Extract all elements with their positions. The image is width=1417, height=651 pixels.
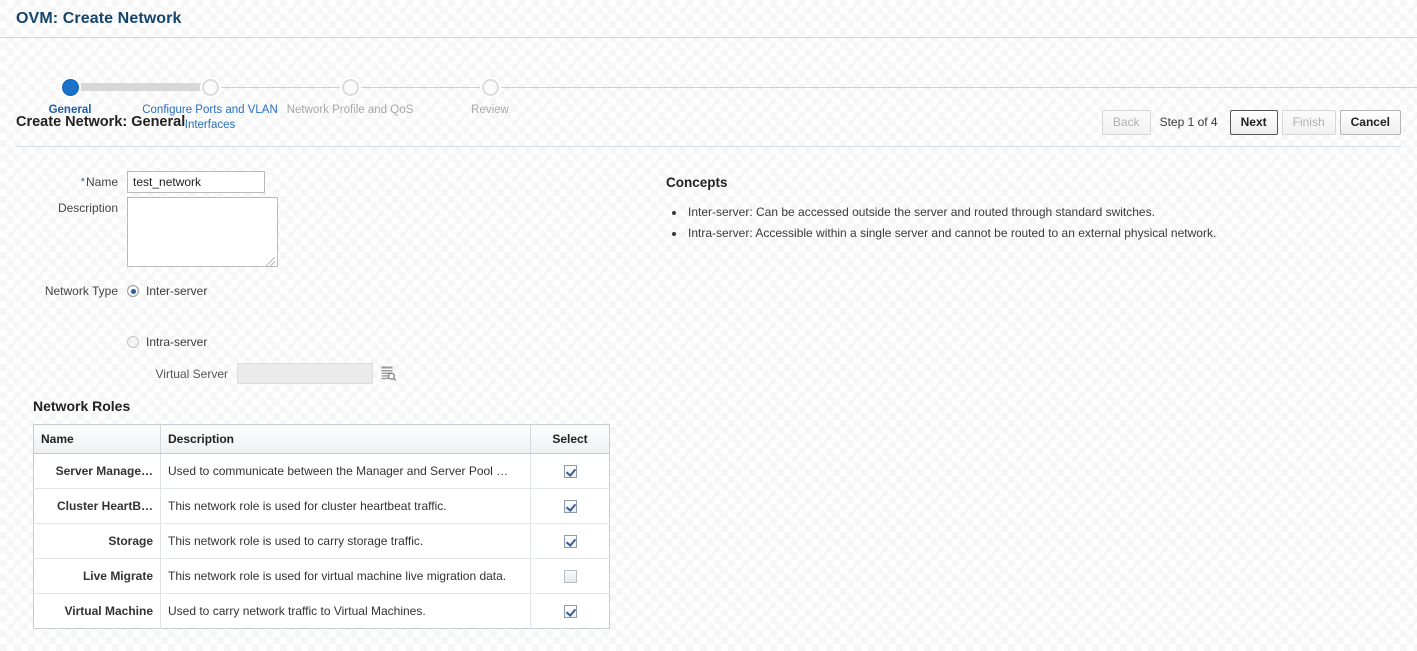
cell-role-description: This network role is used for virtual ma… — [160, 558, 531, 594]
main-content: *Name Description Network Type Inter-ser… — [0, 147, 1417, 384]
table-row[interactable]: Live Migrate This network role is used f… — [33, 558, 610, 594]
network-type-label: Network Type — [44, 284, 118, 298]
section-title: Create Network: General — [16, 114, 186, 130]
description-textarea[interactable] — [127, 197, 278, 267]
cell-role-name: Storage — [33, 523, 161, 559]
next-button[interactable]: Next — [1229, 109, 1278, 135]
column-header-description[interactable]: Description — [160, 424, 531, 454]
cell-role-select — [530, 523, 610, 559]
description-label: Description — [57, 201, 118, 215]
train-dot-configure-ports-icon — [201, 79, 219, 96]
table-row[interactable]: Server Manage… Used to communicate betwe… — [33, 453, 610, 489]
network-type-row: Network Type Inter-server Intra-server — [16, 280, 666, 353]
train-dot-review-icon — [481, 79, 499, 96]
table-head: Name Description Select — [33, 424, 610, 454]
checkbox-role-select[interactable] — [563, 535, 577, 549]
page-title: OVM: Create Network — [16, 10, 182, 27]
table-body: Server Manage… Used to communicate betwe… — [33, 453, 610, 629]
finish-button[interactable]: Finish — [1281, 109, 1336, 135]
cell-role-name: Live Migrate — [33, 558, 161, 594]
cell-role-select — [530, 453, 610, 489]
wizard-button-bar: Back Step 1 of 4 Next Finish Cancel — [1098, 109, 1401, 135]
section-header: Create Network: General Back Step 1 of 4… — [0, 104, 1417, 140]
virtual-server-row: Virtual Server — [16, 363, 666, 384]
table-header-row: Name Description Select — [33, 424, 610, 454]
radio-intra-server-label: Intra-server — [146, 335, 208, 349]
cell-role-description: Used to carry network traffic to Virtual… — [160, 593, 531, 629]
concepts-title: Concepts — [666, 175, 728, 190]
radio-spacer — [127, 302, 207, 331]
virtual-server-input[interactable] — [237, 363, 373, 384]
network-roles-table: Name Description Select Server Manage… U… — [33, 424, 610, 629]
search-list-icon[interactable] — [381, 366, 397, 381]
name-input[interactable] — [127, 171, 265, 193]
cell-role-name: Cluster HeartB… — [33, 488, 161, 524]
concepts-list: Inter-server: Can be accessed outside th… — [666, 202, 1401, 244]
cancel-button[interactable]: Cancel — [1339, 109, 1401, 135]
page-header: OVM: Create Network — [0, 0, 1417, 38]
description-row: Description — [16, 197, 666, 270]
table-row[interactable]: Virtual Machine Used to carry network tr… — [33, 593, 610, 629]
checkbox-role-select[interactable] — [563, 500, 577, 514]
radio-inter-server-label: Inter-server — [146, 284, 208, 298]
required-asterisk-icon: * — [80, 176, 85, 188]
concepts-panel: Concepts Inter-server: Can be accessed o… — [666, 171, 1401, 384]
radio-inter-server[interactable]: Inter-server — [127, 280, 207, 302]
column-header-select[interactable]: Select — [530, 424, 610, 454]
description-field-wrap — [127, 197, 278, 270]
radio-inter-server-icon[interactable] — [127, 285, 139, 297]
virtual-server-label: Virtual Server — [155, 366, 228, 381]
table-row[interactable]: Storage This network role is used to car… — [33, 523, 610, 559]
name-row: *Name — [16, 171, 666, 193]
radio-intra-server-icon[interactable] — [127, 336, 139, 348]
cell-role-select — [530, 558, 610, 594]
checkbox-role-select[interactable] — [563, 570, 577, 584]
column-header-name[interactable]: Name — [33, 424, 161, 454]
cell-role-description: This network role is used to carry stora… — [160, 523, 531, 559]
network-type-options: Inter-server Intra-server — [127, 280, 207, 353]
network-roles-section: Network Roles Name Description Select Se… — [33, 398, 610, 629]
network-roles-title: Network Roles — [33, 398, 131, 414]
concepts-item: Inter-server: Can be accessed outside th… — [686, 202, 1401, 223]
train-dot-general-icon — [61, 79, 79, 96]
cell-role-description: This network role is used for cluster he… — [160, 488, 531, 524]
cell-role-select — [530, 488, 610, 524]
name-label-text: Name — [85, 175, 118, 189]
checkbox-role-select[interactable] — [563, 465, 577, 479]
general-form: *Name Description Network Type Inter-ser… — [16, 171, 666, 384]
name-label: *Name — [16, 171, 127, 193]
concepts-item: Intra-server: Accessible within a single… — [686, 223, 1401, 244]
cell-role-select — [531, 594, 610, 629]
checkbox-role-select[interactable] — [563, 605, 577, 619]
cell-role-description: Used to communicate between the Manager … — [160, 453, 531, 489]
table-row[interactable]: Cluster HeartB… This network role is use… — [33, 488, 610, 524]
wizard-train: General Configure Ports and VLAN Interfa… — [0, 38, 1417, 131]
step-counter: Step 1 of 4 — [1159, 115, 1218, 129]
radio-intra-server[interactable]: Intra-server — [127, 331, 207, 353]
cell-role-name: Virtual Machine — [33, 593, 161, 629]
back-button[interactable]: Back — [1101, 109, 1151, 135]
cell-role-name: Server Manage… — [33, 453, 161, 489]
train-dot-network-profile-icon — [341, 79, 359, 96]
